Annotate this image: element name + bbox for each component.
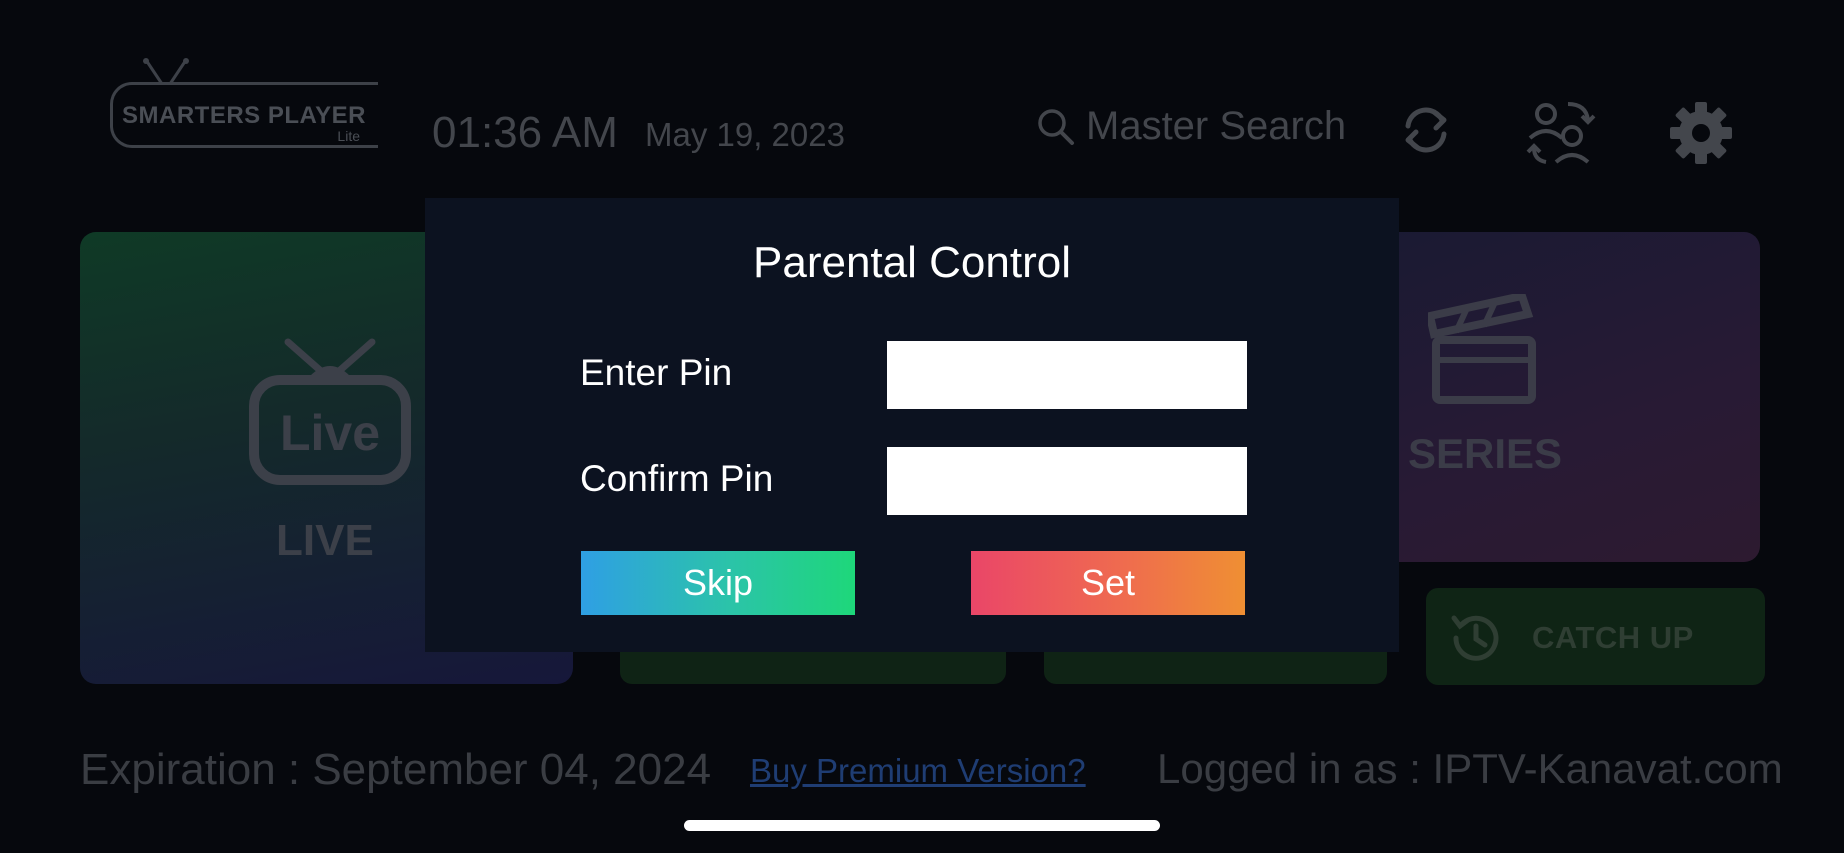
set-button[interactable]: Set bbox=[971, 551, 1245, 615]
logged-in-text: Logged in as : IPTV-Kanavat.com bbox=[1157, 745, 1783, 792]
logo-text: SMARTERS PLAYER bbox=[122, 102, 366, 129]
history-clock-icon bbox=[1451, 615, 1499, 661]
catch-up-label: CATCH UP bbox=[1532, 620, 1694, 655]
expiration-text: Expiration : September 04, 2024 bbox=[80, 745, 712, 794]
clock-date: May 19, 2023 bbox=[645, 116, 845, 153]
confirm-pin-input[interactable] bbox=[887, 447, 1247, 515]
master-search-button[interactable]: Master Search bbox=[1036, 104, 1346, 149]
logo-subtext: Lite bbox=[337, 128, 360, 144]
skip-button[interactable]: Skip bbox=[581, 551, 855, 615]
series-label: SERIES bbox=[1408, 430, 1563, 477]
live-icon-text: Live bbox=[280, 405, 380, 461]
app-screen: SMARTERS PLAYER Lite 01:36 AM May 19, 20… bbox=[0, 0, 1844, 853]
buy-premium-link[interactable]: Buy Premium Version? bbox=[750, 752, 1086, 790]
clock-time: 01:36 AM bbox=[432, 108, 618, 157]
clapperboard-icon bbox=[1428, 294, 1536, 404]
master-search-label: Master Search bbox=[1086, 104, 1347, 148]
refresh-icon[interactable] bbox=[1398, 102, 1454, 158]
parental-control-dialog: Parental Control Enter Pin Confirm Pin S… bbox=[425, 198, 1399, 652]
series-tile[interactable]: SERIES bbox=[1380, 232, 1760, 562]
app-logo: SMARTERS PLAYER Lite bbox=[106, 58, 386, 154]
enter-pin-label: Enter Pin bbox=[580, 352, 733, 393]
search-icon bbox=[1038, 108, 1074, 145]
live-label: LIVE bbox=[276, 516, 374, 565]
dialog-title: Parental Control bbox=[753, 238, 1071, 287]
enter-pin-input[interactable] bbox=[887, 341, 1247, 409]
switch-user-icon[interactable] bbox=[1524, 96, 1596, 166]
catch-up-tile[interactable]: CATCH UP bbox=[1426, 588, 1765, 685]
confirm-pin-label: Confirm Pin bbox=[580, 458, 774, 499]
home-indicator[interactable] bbox=[684, 820, 1160, 831]
gear-icon[interactable] bbox=[1668, 100, 1734, 166]
live-tv-icon: Live bbox=[249, 338, 411, 485]
